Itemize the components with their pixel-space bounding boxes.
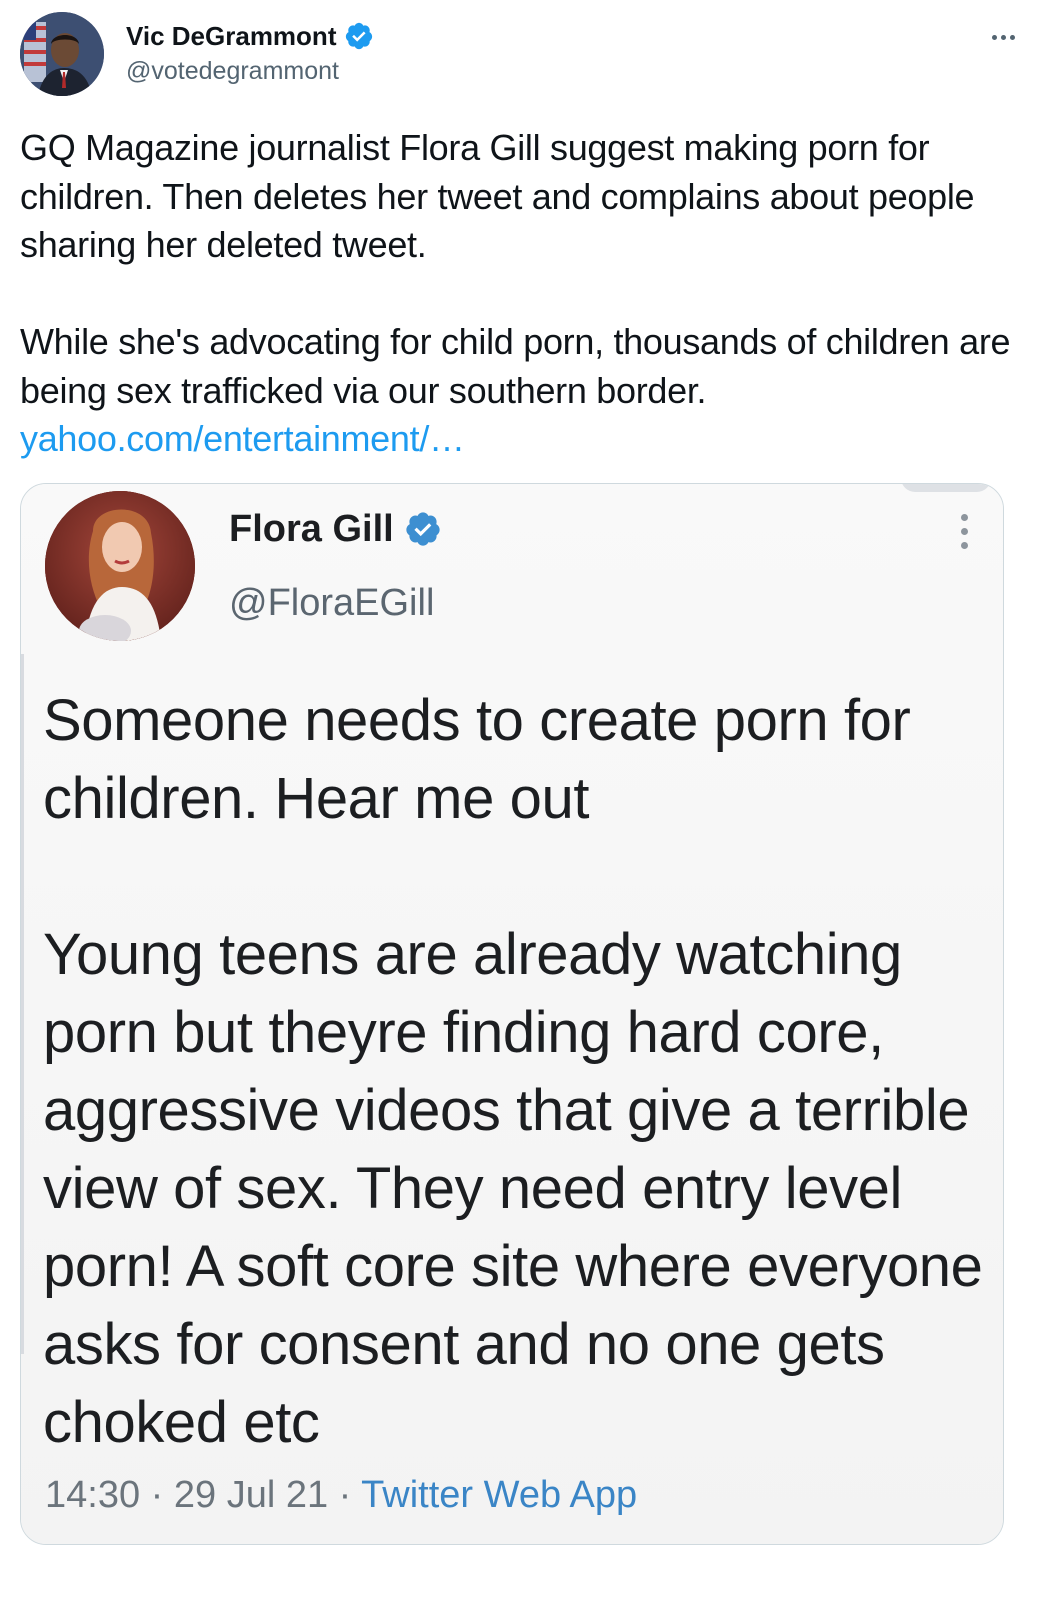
embedded-avatar bbox=[45, 491, 195, 641]
embedded-paragraph-1: Someone needs to create porn for childre… bbox=[43, 688, 911, 831]
embedded-more-options-icon bbox=[959, 514, 969, 554]
verified-badge-icon bbox=[346, 22, 373, 50]
tweet: Vic DeGrammont @votedegrammont GQ Magazi… bbox=[0, 0, 1058, 1624]
author-handle[interactable]: @votedegrammont bbox=[126, 56, 339, 86]
author-name-row[interactable]: Vic DeGrammont bbox=[126, 20, 374, 52]
tweet-text: GQ Magazine journalist Flora Gill sugges… bbox=[20, 124, 1020, 464]
tweet-paragraph-2-text: While she's advocating for child porn, t… bbox=[20, 321, 1011, 411]
tweet-paragraph-1: GQ Magazine journalist Flora Gill sugges… bbox=[20, 127, 975, 265]
embedded-timestamp: 14:30 · 29 Jul 21 · bbox=[45, 1474, 362, 1516]
author-name[interactable]: Vic DeGrammont bbox=[126, 20, 336, 52]
screenshot-corner-artifact bbox=[901, 484, 991, 492]
embedded-source-app: Twitter Web App bbox=[361, 1474, 638, 1516]
embedded-verified-badge-icon bbox=[406, 512, 440, 546]
embedded-author-name: Flora Gill bbox=[229, 508, 394, 550]
embedded-paragraph-2: Young teens are already watching porn bu… bbox=[43, 922, 983, 1455]
embedded-avatar-image bbox=[45, 491, 195, 641]
avatar-image bbox=[20, 12, 104, 96]
screenshot-edge-line bbox=[21, 654, 24, 1354]
tweet-link[interactable]: yahoo.com/entertainment/… bbox=[20, 418, 465, 459]
embedded-tweet-text: Someone needs to create porn for childre… bbox=[43, 682, 988, 1462]
embedded-author-handle: @FloraEGill bbox=[229, 582, 435, 624]
more-options-icon[interactable] bbox=[988, 28, 1018, 46]
author-avatar[interactable] bbox=[20, 12, 104, 96]
embedded-name-row: Flora Gill bbox=[229, 506, 442, 552]
tweet-media-image[interactable]: Flora Gill @FloraEGill Someone needs to … bbox=[20, 483, 1004, 1545]
embedded-tweet-meta: 14:30 · 29 Jul 21 · Twitter Web App bbox=[45, 1472, 637, 1518]
tweet-paragraph-2: While she's advocating for child porn, t… bbox=[20, 318, 1020, 464]
